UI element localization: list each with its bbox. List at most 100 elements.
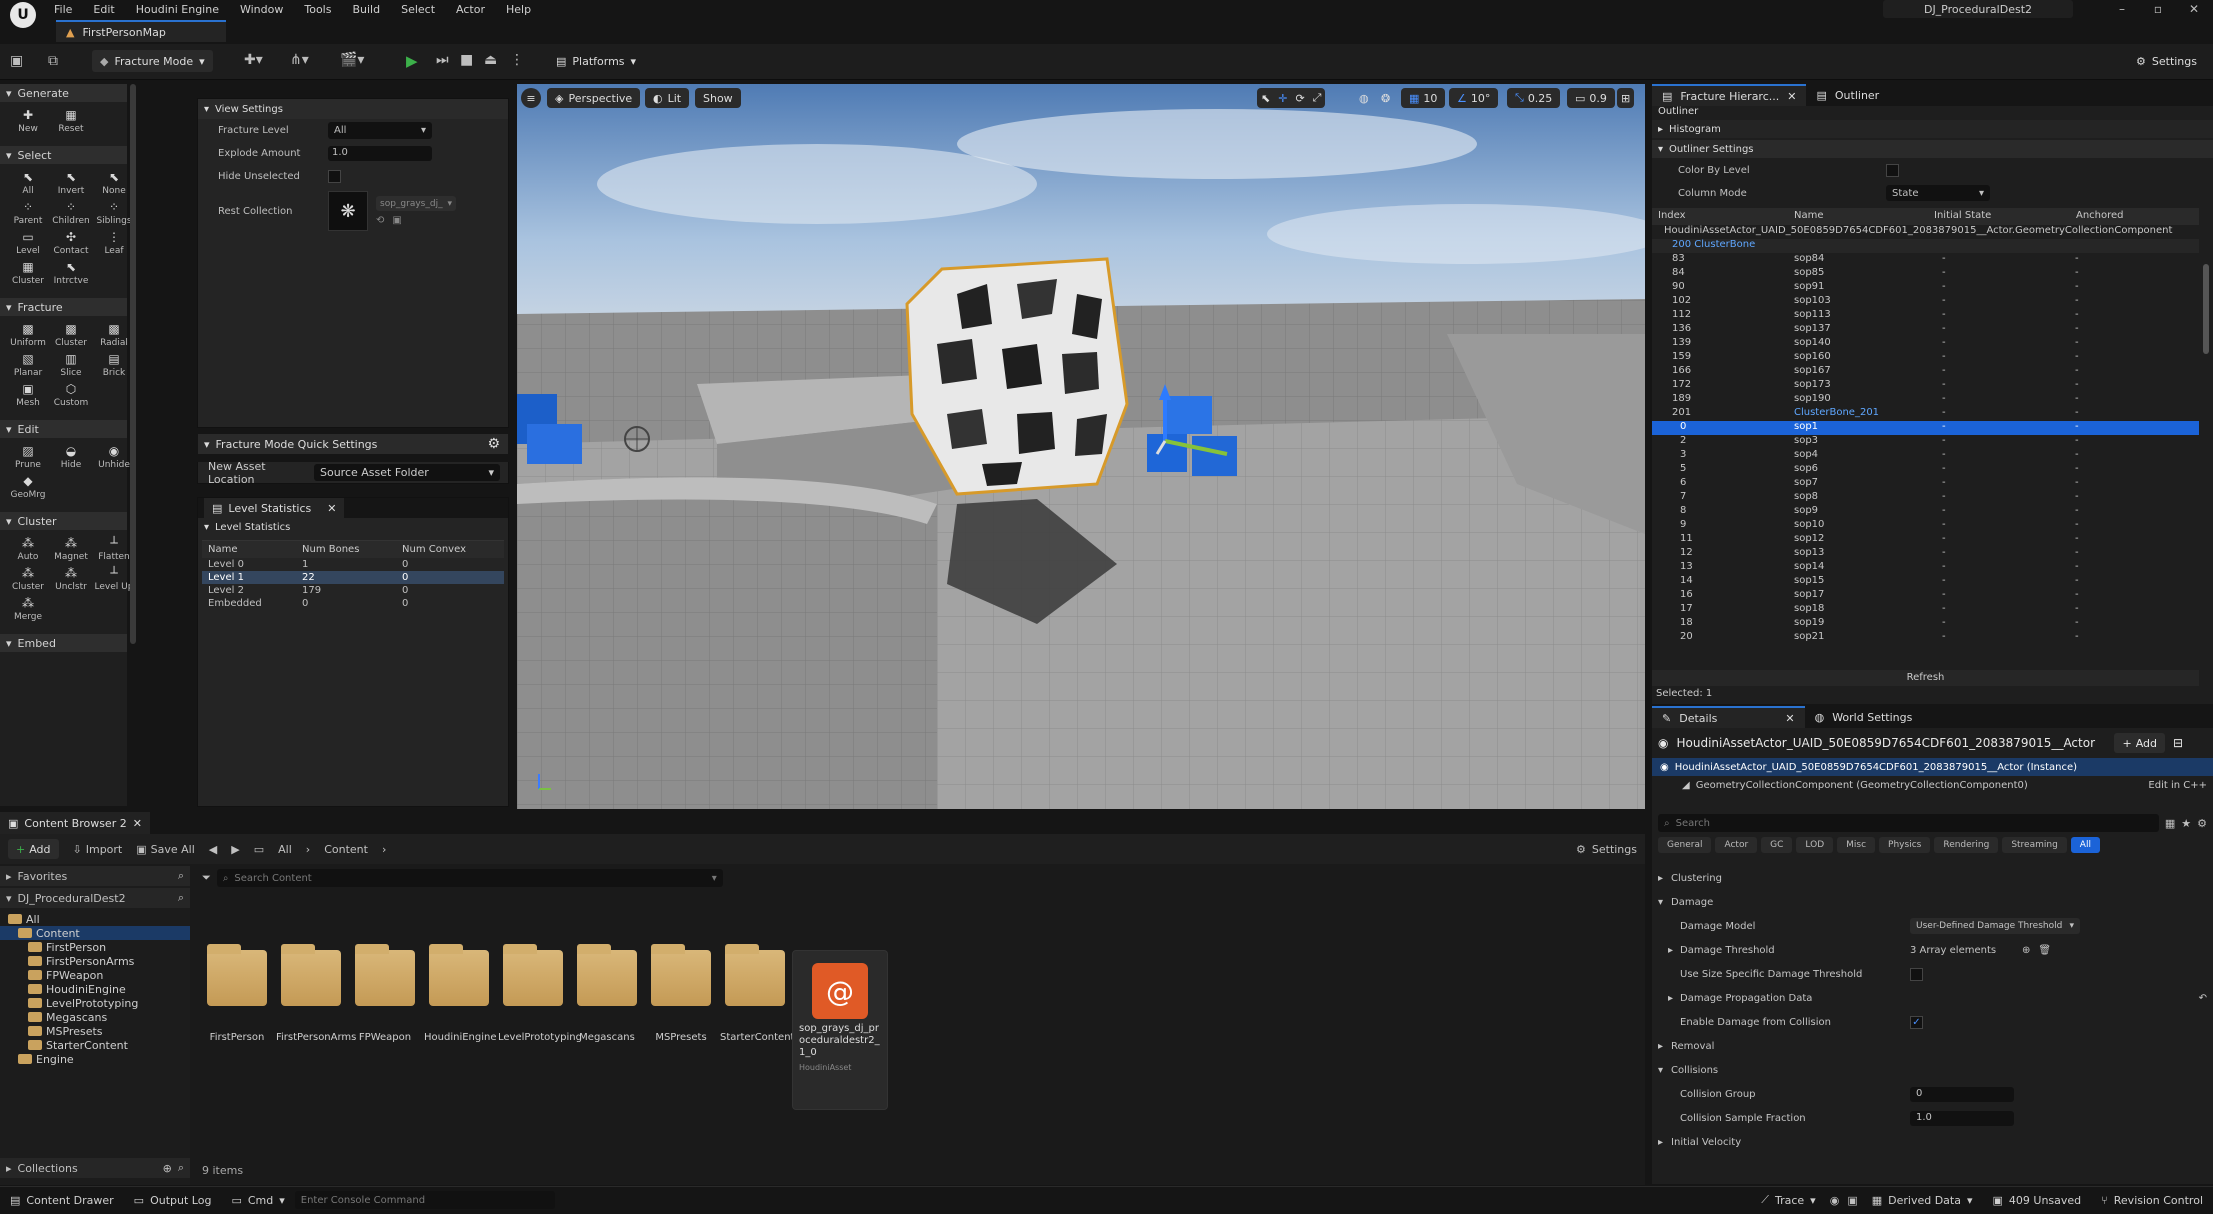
tool-level[interactable]: ▭ Level (8, 230, 48, 256)
filter-rendering[interactable]: Rendering (1934, 837, 1999, 853)
expand-icon[interactable]: ▸ (1668, 945, 1680, 956)
menu-window[interactable]: Window (240, 3, 283, 16)
section-embed[interactable]: ▾ Embed (0, 634, 127, 652)
table-row-selected[interactable]: Level 1 22 0 (202, 571, 504, 584)
tool-hide[interactable]: ◒ Hide (51, 444, 91, 470)
tool-magnet[interactable]: ⁂ Magnet (51, 536, 91, 562)
damage-section[interactable]: ▾ Damage (1652, 890, 2213, 914)
col-anchored[interactable]: Anchored (2076, 210, 2124, 221)
section-cluster[interactable]: ▾ Cluster (0, 512, 127, 530)
add-actor-icon[interactable]: ✚▾ (244, 52, 263, 68)
filter-actor[interactable]: Actor (1715, 837, 1758, 853)
section-fracture[interactable]: ▾ Fracture (0, 298, 127, 316)
use-size-checkbox[interactable] (1910, 967, 1923, 981)
tree-row[interactable]: 189 sop190 - - (1652, 393, 2199, 407)
tree-row[interactable]: 2 sop3 - - (1652, 435, 2199, 449)
search-icon[interactable]: ⌕ (178, 869, 184, 883)
history-forward-icon[interactable]: ▶ (231, 843, 239, 856)
revision-control-button[interactable]: ⑂ Revision Control (2091, 1187, 2213, 1214)
tree-folder[interactable]: MSPresets (0, 1024, 190, 1038)
tool-mesh[interactable]: ▣ Mesh (8, 382, 48, 408)
tool-interactive[interactable]: ⬉ Intrctve (51, 260, 91, 286)
filter-general[interactable]: General (1658, 837, 1712, 853)
more-icon[interactable]: ⋮ (510, 52, 524, 68)
console-input[interactable]: Enter Console Command (294, 1191, 555, 1209)
tree-row[interactable]: 18 sop19 - - (1652, 617, 2199, 631)
content-drawer-button[interactable]: ▤ Content Drawer (0, 1187, 124, 1214)
filter-icon[interactable]: ⏷ (202, 871, 211, 885)
record-icon[interactable]: ◉ (1826, 1194, 1844, 1207)
fracture-level-dropdown[interactable]: All ▾ (328, 122, 432, 139)
folder-tile[interactable]: StarterContent (720, 944, 794, 1043)
save-icon[interactable]: ▣ (10, 53, 23, 69)
menu-edit[interactable]: Edit (93, 3, 114, 16)
maximize-icon[interactable]: ▫ (2143, 0, 2173, 18)
scale-snap-button[interactable]: ⤡ 0.25 (1507, 88, 1561, 108)
tree-row-cluster[interactable]: 201 ClusterBone_201 - - (1652, 407, 2199, 421)
filter-streaming[interactable]: Streaming (2002, 837, 2067, 853)
enable-collision-checkbox[interactable]: ✓ (1910, 1015, 1923, 1029)
tree-row[interactable]: 0 sop1 - - (1652, 421, 2199, 435)
tool-invert[interactable]: ⬉ Invert (51, 170, 91, 196)
tool-cluster-select[interactable]: ▦ Cluster (8, 260, 48, 286)
tab-fracture-hierarchy[interactable]: ▤ Fracture Hierarc... ✕ (1652, 84, 1807, 106)
tree-row[interactable]: 16 sop17 - - (1652, 589, 2199, 603)
houdini-asset-tile[interactable]: @ sop_grays_dj_proceduraldestr2_1_0 Houd… (792, 950, 888, 1110)
tree-row[interactable]: 90 sop91 - - (1652, 281, 2199, 295)
surface-snap-icon[interactable]: ❂ (1377, 88, 1394, 108)
tree-row[interactable]: 83 sop84 - - (1652, 253, 2199, 267)
menu-file[interactable]: File (54, 3, 72, 16)
gear-icon[interactable]: ⚙ (2197, 817, 2207, 830)
tree-row[interactable]: 20 sop21 - - (1652, 631, 2199, 645)
tool-planar[interactable]: ▧ Planar (8, 352, 48, 378)
tool-leaf[interactable]: ⋮ Leaf (94, 230, 134, 256)
collision-fraction-input[interactable]: 1.0 (1910, 1110, 2014, 1126)
view-settings-header[interactable]: ▾ View Settings (198, 99, 508, 119)
menu-help[interactable]: Help (506, 3, 531, 16)
tree-folder[interactable]: FirstPerson (0, 940, 190, 954)
tree-row[interactable]: 9 sop10 - - (1652, 519, 2199, 533)
col-num-bones[interactable]: Num Bones (302, 544, 402, 555)
select-mode-icon[interactable]: ⬉ (1261, 92, 1270, 105)
tool-custom[interactable]: ⬡ Custom (51, 382, 91, 408)
tree-folder[interactable]: HoudiniEngine (0, 982, 190, 996)
hierarchy-scrollbar[interactable] (2203, 264, 2209, 354)
tree-folder[interactable]: StarterContent (0, 1038, 190, 1052)
tool-merge[interactable]: ⁂ Merge (8, 596, 48, 622)
instance-row[interactable]: ◉ HoudiniAssetActor_UAID_50E0859D7654CDF… (1652, 758, 2213, 776)
initial-velocity-section[interactable]: ▸ Initial Velocity (1652, 1130, 2213, 1154)
tool-children[interactable]: ⁘ Children (51, 200, 91, 226)
tree-row[interactable]: 13 sop14 - - (1652, 561, 2199, 575)
tool-level-up[interactable]: ┴ Level Up (94, 566, 134, 592)
tools-scrollbar[interactable] (130, 84, 136, 644)
stop-icon[interactable]: ■ (460, 52, 473, 68)
section-select[interactable]: ▾ Select (0, 146, 127, 164)
folder-tile[interactable]: LevelPrototyping (498, 944, 582, 1043)
world-local-icon[interactable]: ◍ (1355, 88, 1373, 108)
edit-cpp-link[interactable]: Edit in C++ (2148, 780, 2207, 791)
menu-build[interactable]: Build (352, 3, 380, 16)
menu-select[interactable]: Select (401, 3, 435, 16)
collisions-section[interactable]: ▾ Collisions (1652, 1058, 2213, 1082)
damage-model-dropdown[interactable]: User-Defined Damage Threshold ▾ (1910, 918, 2080, 934)
quick-settings-header[interactable]: ▾ Fracture Mode Quick Settings ⚙ (198, 434, 508, 454)
tree-row[interactable]: 84 sop85 - - (1652, 267, 2199, 281)
cluster-root[interactable]: 200 ClusterBone (1652, 239, 2199, 253)
tab-content-browser[interactable]: ▣ Content Browser 2 ✕ (0, 812, 150, 834)
fractured-geometry-collection[interactable] (905, 257, 1129, 496)
tab-world-settings[interactable]: ◍ World Settings (1805, 706, 1923, 728)
unreal-logo-icon[interactable]: U (10, 2, 36, 28)
rotate-icon[interactable]: ⟳ (1295, 92, 1304, 105)
browse-icon[interactable]: ⧉ (48, 53, 58, 69)
tree-folder[interactable]: FPWeapon (0, 968, 190, 982)
close-window-icon[interactable]: ✕ (2179, 0, 2209, 18)
tree-folder[interactable]: FirstPersonArms (0, 954, 190, 968)
cinematics-icon[interactable]: 🎬▾ (340, 52, 364, 68)
explode-input[interactable]: 1.0 (328, 146, 432, 161)
menu-actor[interactable]: Actor (456, 3, 485, 16)
filter-gc[interactable]: GC (1761, 837, 1793, 853)
menu-tools[interactable]: Tools (304, 3, 331, 16)
tree-row[interactable]: 17 sop18 - - (1652, 603, 2199, 617)
filter-all[interactable]: All (2070, 837, 2100, 853)
folder-tile[interactable]: FirstPerson (202, 944, 272, 1043)
